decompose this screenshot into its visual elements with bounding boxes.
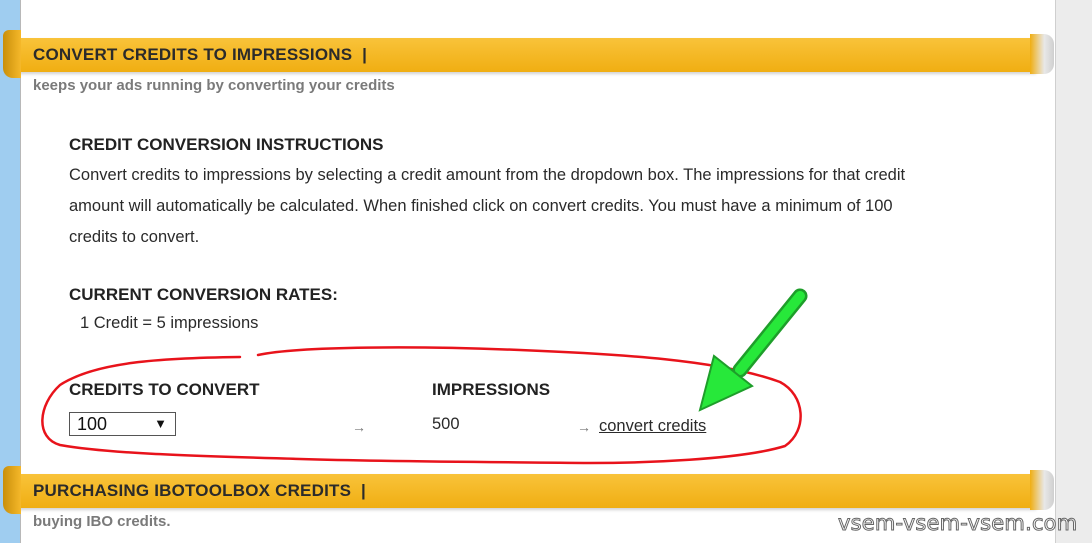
section-banner-purchasing: PURCHASING IBOTOOLBOX CREDITS | <box>3 466 1054 514</box>
instructions-heading: CREDIT CONVERSION INSTRUCTIONS <box>69 135 384 154</box>
section-banner-convert: CONVERT CREDITS TO IMPRESSIONS | <box>3 30 1054 78</box>
annotation-red-circle <box>41 346 802 465</box>
right-page-margin <box>1055 0 1092 543</box>
section-subtitle: buying IBO credits. <box>33 513 171 530</box>
annotation-green-arrow-shaft-fill <box>735 291 805 375</box>
content-frame-left <box>20 0 21 543</box>
instructions-line: amount will automatically be calculated.… <box>69 197 893 215</box>
title-separator: | <box>360 481 366 500</box>
section-title: PURCHASING IBOTOOLBOX CREDITS | <box>33 481 366 501</box>
content-frame-right <box>1055 0 1056 543</box>
conversion-rate: 1 Credit = 5 impressions <box>80 314 259 332</box>
credits-select[interactable]: 100 ▼ <box>69 412 176 436</box>
annotation-green-arrow-shaft <box>732 288 808 378</box>
banner-curl-right <box>1030 470 1054 510</box>
watermark-text: vsem-vsem-vsem.com <box>837 511 1078 536</box>
right-arrow-icon: → <box>577 419 591 435</box>
credits-select-value: 100 <box>77 414 108 434</box>
left-page-border <box>0 0 20 543</box>
annotation-green-arrow-head <box>698 354 754 412</box>
instructions-text: Convert credits to impressions by select… <box>69 160 1009 253</box>
section-subtitle: keeps your ads running by converting you… <box>33 77 395 94</box>
rates-heading: CURRENT CONVERSION RATES: <box>69 285 338 304</box>
banner-curl-left <box>3 30 21 78</box>
credits-to-convert-label: CREDITS TO CONVERT <box>69 380 260 399</box>
section-title: CONVERT CREDITS TO IMPRESSIONS | <box>33 45 367 65</box>
instructions-line: Convert credits to impressions by select… <box>69 166 906 184</box>
instructions-line: credits to convert. <box>69 228 200 246</box>
section-title-text: CONVERT CREDITS TO IMPRESSIONS <box>33 45 353 64</box>
impressions-label: IMPRESSIONS <box>432 380 551 399</box>
banner-curl-left <box>3 466 21 514</box>
right-arrow-icon: → <box>352 419 366 435</box>
title-separator: | <box>362 45 368 64</box>
dropdown-arrow-icon: ▼ <box>154 416 167 431</box>
impressions-value: 500 <box>432 415 460 433</box>
banner-curl-right <box>1030 34 1054 74</box>
section-title-text: PURCHASING IBOTOOLBOX CREDITS <box>33 481 352 500</box>
convert-credits-link[interactable]: convert credits <box>599 417 706 436</box>
